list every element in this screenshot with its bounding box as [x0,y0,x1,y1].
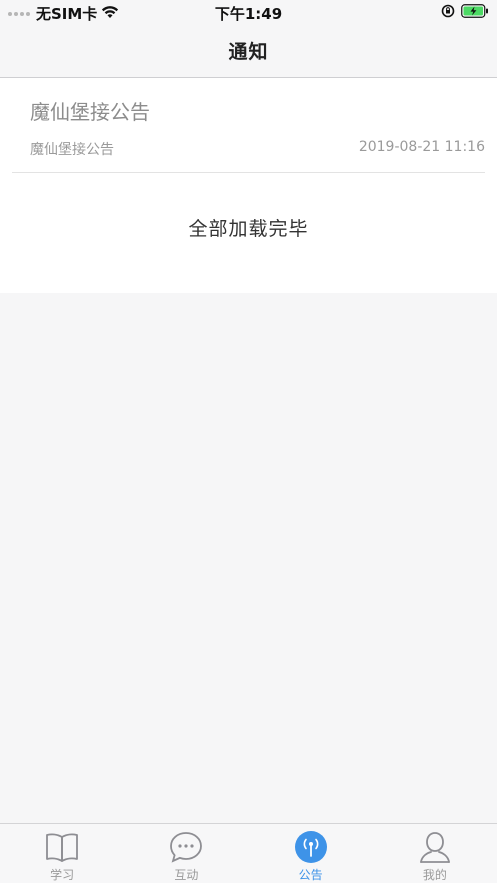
tab-label: 学习 [50,868,75,882]
person-icon [417,830,453,864]
notice-date: 2019-08-21 11:16 [358,139,485,155]
tab-label: 公告 [298,868,323,882]
status-bar: 无SIM卡 下午1:49 [0,0,497,24]
notice-title: 魔仙堡接公告 [30,100,150,124]
tab-mine[interactable]: 我的 [373,824,497,883]
book-icon [44,830,80,864]
tab-announcement[interactable]: 公告 [249,824,373,883]
battery-charging-icon [461,4,489,22]
tab-label: 互动 [174,868,199,882]
broadcast-icon [293,830,329,864]
notice-subtitle: 魔仙堡接公告 [30,142,114,158]
tab-study[interactable]: 学习 [0,824,124,883]
tab-interact[interactable]: 互动 [124,824,248,883]
chat-bubble-icon [168,830,204,864]
page-title: 通知 [228,41,269,63]
list-item[interactable]: 魔仙堡接公告 魔仙堡接公告 2019-08-21 11:16 [12,78,485,173]
notice-list: 魔仙堡接公告 魔仙堡接公告 2019-08-21 11:16 全部加载完毕 [0,78,497,293]
tab-bar: 学习 互动 公告 我的 [0,823,497,883]
status-bar-right [441,4,489,22]
tab-label: 我的 [422,868,447,882]
orientation-lock-icon [441,4,455,22]
load-complete-text: 全部加载完毕 [188,218,309,240]
nav-bar: 通知 [0,24,497,78]
status-time: 下午1:49 [214,5,283,23]
